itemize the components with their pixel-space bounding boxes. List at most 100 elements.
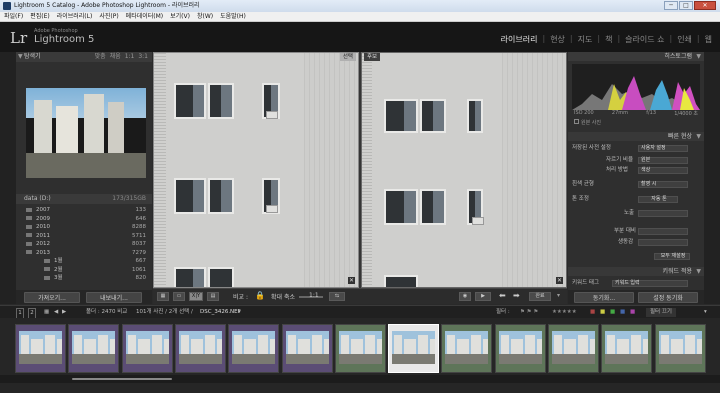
filmstrip-thumbnail[interactable] — [601, 324, 653, 373]
next-arrow-icon[interactable]: ➡ — [513, 291, 520, 300]
filmstrip-thumbnail[interactable] — [494, 324, 546, 373]
folder-item[interactable]: 2010 8288 — [16, 223, 152, 232]
sync-settings-button[interactable]: 설정 동기화 — [638, 292, 698, 303]
menu-file[interactable]: 파일(F) — [4, 12, 23, 21]
toolbar-menu-icon[interactable]: ▾ — [557, 292, 560, 299]
menu-metadata[interactable]: 메타데이터(M) — [126, 12, 163, 21]
folder-icon — [44, 275, 50, 280]
candidate-photo[interactable]: 후보 ✕ — [361, 52, 567, 288]
done-button[interactable]: 완료 — [529, 292, 551, 301]
survey-view-icon[interactable]: ▤ — [207, 292, 219, 301]
filmstrip-scrollbar[interactable] — [72, 378, 172, 380]
color-filter-icons[interactable]: ■ — [590, 308, 595, 317]
make-select-icon[interactable]: ▶ — [475, 292, 491, 301]
clarity-steppers[interactable] — [638, 228, 688, 235]
filmstrip-thumbnail[interactable] — [281, 324, 333, 373]
import-button[interactable]: 가져오기... — [24, 292, 80, 303]
menu-photo[interactable]: 사진(P) — [99, 12, 118, 21]
folder-item[interactable]: 2012 8037 — [16, 240, 152, 249]
wb-select[interactable]: 촬영 시 — [638, 181, 688, 188]
sync-metadata-button[interactable]: 동기화... — [574, 292, 634, 303]
filmstrip-thumbnail[interactable] — [334, 324, 386, 373]
folder-item[interactable]: 2013 7279 — [16, 249, 152, 258]
filmstrip-thumbnail[interactable] — [121, 324, 173, 373]
back-arrow-icon[interactable]: ◀ — [54, 308, 58, 317]
menu-edit[interactable]: 편집(E) — [30, 12, 50, 21]
filmstrip-thumbnail[interactable] — [654, 324, 706, 373]
nav-3to1[interactable]: 3:1 — [138, 52, 148, 62]
filmstrip-thumbnail[interactable] — [68, 324, 120, 373]
close-icon[interactable]: ✕ — [348, 277, 355, 284]
module-map[interactable]: 지도 — [578, 34, 593, 45]
filter-off-select[interactable]: 필터 끄기 — [646, 308, 676, 317]
module-book[interactable]: 책 — [605, 34, 612, 45]
subfolder-item[interactable]: 3월 820 — [16, 274, 152, 283]
vibrance-steppers[interactable] — [638, 239, 688, 246]
compare-label: 비교 : — [233, 294, 248, 301]
filename-dropdown-icon[interactable]: ▾ — [238, 308, 241, 317]
module-develop[interactable]: 현상 — [550, 34, 565, 45]
folder-item[interactable]: 2011 5711 — [16, 232, 152, 241]
export-button[interactable]: 내보내기... — [86, 292, 142, 303]
histogram-header[interactable]: 히스토그램 ▼ — [568, 52, 704, 61]
folder-item[interactable]: 2009 646 — [16, 215, 152, 224]
identity-plate: Lr Adobe Photoshop Lightroom 5 라이브러리 | 현상… — [0, 22, 720, 52]
right-panel-toggle[interactable] — [704, 52, 720, 304]
subfolder-item[interactable]: 2월 1061 — [16, 266, 152, 275]
maximize-button[interactable]: □ — [679, 1, 693, 10]
keyword-tags-row: 키워드 태그 키워드 입력 — [568, 279, 704, 288]
nav-1to1[interactable]: 1:1 — [125, 52, 135, 62]
treatment-select[interactable]: 색상 — [638, 167, 688, 174]
menu-window[interactable]: 창(W) — [197, 12, 213, 21]
nav-fit[interactable]: 맞춤 — [95, 52, 106, 62]
swap-icon[interactable]: ⇆ — [329, 292, 345, 301]
flag-filter-icons[interactable]: ⚑ ⚑ ⚑ — [520, 308, 538, 317]
keywording-header[interactable]: 키워드 적용 ▼ — [568, 267, 704, 276]
quick-develop-header[interactable]: 빠른 현상 ▼ — [568, 132, 704, 141]
module-library[interactable]: 라이브러리 — [501, 34, 538, 45]
close-button[interactable]: ✕ — [694, 1, 716, 10]
star-rating-filter[interactable]: ★★★★★ — [552, 308, 577, 317]
module-slideshow[interactable]: 슬라이드 쇼 — [625, 34, 664, 45]
filmstrip-thumbnail[interactable] — [15, 324, 66, 373]
subfolder-item[interactable]: 1월 667 — [16, 257, 152, 266]
original-photo-checkbox[interactable]: 원본 사진 — [574, 119, 601, 126]
reset-all-button[interactable]: 모두 재설정 — [654, 253, 690, 260]
exif-info: ISO 200 27mm f/13 1/4000 초 — [574, 110, 698, 117]
exposure-steppers[interactable] — [638, 210, 688, 217]
nav-fill[interactable]: 채움 — [110, 52, 121, 62]
menu-library[interactable]: 라이브러리(L) — [57, 12, 93, 21]
left-panel-toggle[interactable] — [0, 52, 16, 304]
compare-view-button[interactable]: X|Y — [189, 292, 203, 301]
lock-icon[interactable]: 🔒 — [255, 291, 265, 300]
menu-help[interactable]: 도움말(H) — [220, 12, 246, 21]
lock-filter-icon[interactable]: ▾ — [704, 308, 707, 317]
module-print[interactable]: 인쇄 — [677, 34, 692, 45]
menu-view[interactable]: 보기(V) — [170, 12, 190, 21]
volume-header[interactable]: data (D:) 173/315GB — [16, 194, 152, 204]
preset-select[interactable]: 사용자 설정 — [638, 145, 688, 152]
select-photo[interactable]: 선택 ✕ — [153, 52, 359, 288]
keyword-input[interactable]: 키워드 입력 — [612, 280, 688, 287]
filmstrip-thumbnail[interactable] — [441, 324, 493, 373]
minimize-button[interactable]: ─ — [664, 1, 678, 10]
close-icon[interactable]: ✕ — [556, 277, 563, 284]
filmstrip-thumbnail[interactable] — [388, 324, 440, 373]
navigator-preview[interactable] — [26, 88, 146, 178]
forward-arrow-icon[interactable]: ▶ — [62, 308, 66, 317]
loupe-view-icon[interactable]: ▭ — [173, 292, 185, 301]
filmstrip-thumbnail[interactable] — [174, 324, 226, 373]
navigator-header[interactable]: ▼ 탐색기 맞춤 채움 1:1 3:1 — [16, 52, 152, 62]
crop-select[interactable]: 원본 — [638, 157, 688, 164]
prev-arrow-icon[interactable]: ⬅ — [499, 291, 506, 300]
filmstrip-thumbnail[interactable] — [228, 324, 280, 373]
saved-preset-row: 저장된 사전 설정 사용자 설정 — [568, 144, 704, 153]
source-label[interactable]: 폴더 : 2470 비교 — [86, 308, 127, 317]
grid-icon[interactable]: ▦ — [44, 308, 49, 317]
camera-icon[interactable]: ◉ — [459, 292, 471, 301]
folder-item[interactable]: 2007 133 — [16, 206, 152, 215]
auto-tone-button[interactable]: 자동 톤 — [638, 196, 678, 203]
grid-view-icon[interactable]: ▦ — [157, 292, 169, 301]
module-web[interactable]: 웹 — [705, 34, 712, 45]
filmstrip-thumbnail[interactable] — [548, 324, 599, 373]
